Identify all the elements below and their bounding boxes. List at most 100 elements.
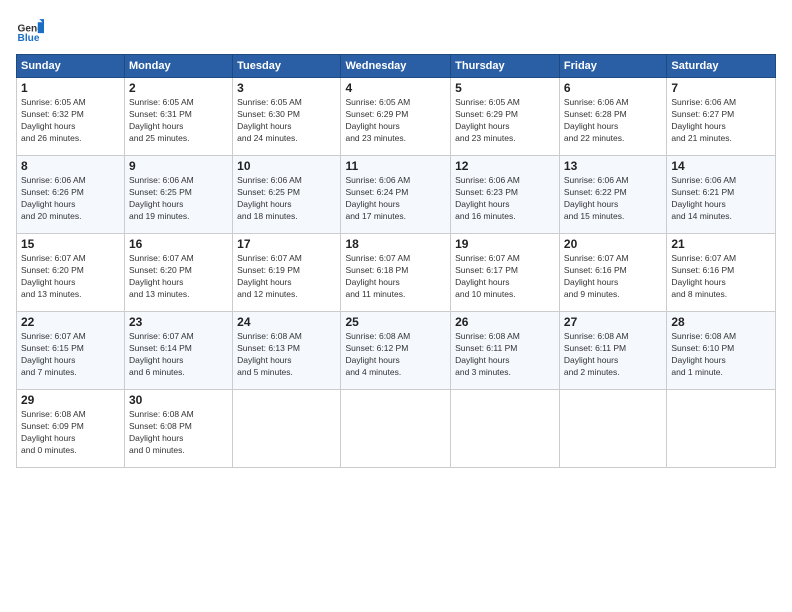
calendar-row: 1 Sunrise: 6:05 AMSunset: 6:32 PMDayligh…	[17, 78, 776, 156]
day-number: 23	[129, 315, 228, 329]
day-info: Sunrise: 6:06 AM Sunset: 6:22 PM Dayligh…	[564, 175, 662, 223]
day-cell: 10 Sunrise: 6:06 AM Sunset: 6:25 PM Dayl…	[233, 156, 341, 234]
day-cell: 9 Sunrise: 6:06 AM Sunset: 6:25 PM Dayli…	[125, 156, 233, 234]
day-cell: 6 Sunrise: 6:06 AM Sunset: 6:28 PM Dayli…	[559, 78, 666, 156]
day-number: 8	[21, 159, 120, 173]
day-cell: 5 Sunrise: 6:05 AM Sunset: 6:29 PM Dayli…	[451, 78, 560, 156]
day-number: 5	[455, 81, 555, 95]
day-info: Sunrise: 6:05 AMSunset: 6:32 PMDaylight …	[21, 97, 120, 145]
col-friday: Friday	[559, 55, 666, 78]
day-cell: 23 Sunrise: 6:07 AM Sunset: 6:14 PM Dayl…	[125, 312, 233, 390]
day-cell: 19 Sunrise: 6:07 AM Sunset: 6:17 PM Dayl…	[451, 234, 560, 312]
day-number: 22	[21, 315, 120, 329]
day-info: Sunrise: 6:06 AM Sunset: 6:23 PM Dayligh…	[455, 175, 555, 223]
col-wednesday: Wednesday	[341, 55, 451, 78]
day-cell: 4 Sunrise: 6:05 AM Sunset: 6:29 PM Dayli…	[341, 78, 451, 156]
day-info: Sunrise: 6:08 AM Sunset: 6:12 PM Dayligh…	[345, 331, 446, 379]
day-info: Sunrise: 6:06 AM Sunset: 6:26 PM Dayligh…	[21, 175, 120, 223]
day-number: 17	[237, 237, 336, 251]
day-cell: 25 Sunrise: 6:08 AM Sunset: 6:12 PM Dayl…	[341, 312, 451, 390]
day-cell: 8 Sunrise: 6:06 AM Sunset: 6:26 PM Dayli…	[17, 156, 125, 234]
calendar-row: 15 Sunrise: 6:07 AM Sunset: 6:20 PM Dayl…	[17, 234, 776, 312]
day-info: Sunrise: 6:08 AM Sunset: 6:10 PM Dayligh…	[671, 331, 771, 379]
header: General Blue	[16, 16, 776, 44]
empty-cell	[667, 390, 776, 468]
day-number: 20	[564, 237, 662, 251]
col-sunday: Sunday	[17, 55, 125, 78]
day-cell: 11 Sunrise: 6:06 AM Sunset: 6:24 PM Dayl…	[341, 156, 451, 234]
day-info: Sunrise: 6:07 AM Sunset: 6:16 PM Dayligh…	[564, 253, 662, 301]
day-cell: 12 Sunrise: 6:06 AM Sunset: 6:23 PM Dayl…	[451, 156, 560, 234]
day-number: 24	[237, 315, 336, 329]
calendar-table: Sunday Monday Tuesday Wednesday Thursday…	[16, 54, 776, 468]
day-number: 15	[21, 237, 120, 251]
day-number: 16	[129, 237, 228, 251]
col-saturday: Saturday	[667, 55, 776, 78]
day-info: Sunrise: 6:06 AM Sunset: 6:27 PM Dayligh…	[671, 97, 771, 145]
day-cell: 3 Sunrise: 6:05 AM Sunset: 6:30 PM Dayli…	[233, 78, 341, 156]
day-info: Sunrise: 6:06 AM Sunset: 6:25 PM Dayligh…	[129, 175, 228, 223]
col-thursday: Thursday	[451, 55, 560, 78]
day-cell: 20 Sunrise: 6:07 AM Sunset: 6:16 PM Dayl…	[559, 234, 666, 312]
day-info: Sunrise: 6:08 AM Sunset: 6:13 PM Dayligh…	[237, 331, 336, 379]
day-cell: 26 Sunrise: 6:08 AM Sunset: 6:11 PM Dayl…	[451, 312, 560, 390]
day-number: 4	[345, 81, 446, 95]
day-info: Sunrise: 6:07 AM Sunset: 6:14 PM Dayligh…	[129, 331, 228, 379]
day-cell: 16 Sunrise: 6:07 AM Sunset: 6:20 PM Dayl…	[125, 234, 233, 312]
day-number: 19	[455, 237, 555, 251]
day-cell: 14 Sunrise: 6:06 AM Sunset: 6:21 PM Dayl…	[667, 156, 776, 234]
day-cell: 17 Sunrise: 6:07 AM Sunset: 6:19 PM Dayl…	[233, 234, 341, 312]
day-cell: 21 Sunrise: 6:07 AM Sunset: 6:16 PM Dayl…	[667, 234, 776, 312]
day-info: Sunrise: 6:07 AM Sunset: 6:15 PM Dayligh…	[21, 331, 120, 379]
svg-text:Blue: Blue	[18, 33, 40, 44]
day-number: 13	[564, 159, 662, 173]
day-cell: 7 Sunrise: 6:06 AM Sunset: 6:27 PM Dayli…	[667, 78, 776, 156]
col-monday: Monday	[125, 55, 233, 78]
day-info: Sunrise: 6:05 AM Sunset: 6:29 PM Dayligh…	[345, 97, 446, 145]
day-info: Sunrise: 6:07 AM Sunset: 6:18 PM Dayligh…	[345, 253, 446, 301]
day-number: 28	[671, 315, 771, 329]
calendar-header-row: Sunday Monday Tuesday Wednesday Thursday…	[17, 55, 776, 78]
day-info: Sunrise: 6:08 AM Sunset: 6:08 PM Dayligh…	[129, 409, 228, 457]
day-info: Sunrise: 6:07 AM Sunset: 6:20 PM Dayligh…	[21, 253, 120, 301]
day-number: 11	[345, 159, 446, 173]
day-cell: 27 Sunrise: 6:08 AM Sunset: 6:11 PM Dayl…	[559, 312, 666, 390]
page: General Blue Sunday Monday Tuesday Wedne…	[0, 0, 792, 612]
day-info: Sunrise: 6:06 AM Sunset: 6:25 PM Dayligh…	[237, 175, 336, 223]
logo-icon: General Blue	[16, 16, 44, 44]
day-cell: 29 Sunrise: 6:08 AM Sunset: 6:09 PM Dayl…	[17, 390, 125, 468]
day-cell: 24 Sunrise: 6:08 AM Sunset: 6:13 PM Dayl…	[233, 312, 341, 390]
calendar-row: 22 Sunrise: 6:07 AM Sunset: 6:15 PM Dayl…	[17, 312, 776, 390]
day-info: Sunrise: 6:07 AM Sunset: 6:17 PM Dayligh…	[455, 253, 555, 301]
day-number: 30	[129, 393, 228, 407]
day-number: 25	[345, 315, 446, 329]
day-info: Sunrise: 6:08 AM Sunset: 6:09 PM Dayligh…	[21, 409, 120, 457]
day-info: Sunrise: 6:07 AM Sunset: 6:20 PM Dayligh…	[129, 253, 228, 301]
empty-cell	[233, 390, 341, 468]
col-tuesday: Tuesday	[233, 55, 341, 78]
day-number: 10	[237, 159, 336, 173]
day-number: 18	[345, 237, 446, 251]
day-number: 26	[455, 315, 555, 329]
day-cell: 15 Sunrise: 6:07 AM Sunset: 6:20 PM Dayl…	[17, 234, 125, 312]
day-cell: 13 Sunrise: 6:06 AM Sunset: 6:22 PM Dayl…	[559, 156, 666, 234]
calendar-row: 29 Sunrise: 6:08 AM Sunset: 6:09 PM Dayl…	[17, 390, 776, 468]
day-info: Sunrise: 6:05 AM Sunset: 6:29 PM Dayligh…	[455, 97, 555, 145]
day-number: 29	[21, 393, 120, 407]
day-number: 14	[671, 159, 771, 173]
day-info: Sunrise: 6:07 AM Sunset: 6:16 PM Dayligh…	[671, 253, 771, 301]
day-info: Sunrise: 6:08 AM Sunset: 6:11 PM Dayligh…	[455, 331, 555, 379]
day-number: 2	[129, 81, 228, 95]
day-cell: 1 Sunrise: 6:05 AMSunset: 6:32 PMDayligh…	[17, 78, 125, 156]
day-info: Sunrise: 6:06 AM Sunset: 6:21 PM Dayligh…	[671, 175, 771, 223]
day-info: Sunrise: 6:08 AM Sunset: 6:11 PM Dayligh…	[564, 331, 662, 379]
day-info: Sunrise: 6:06 AM Sunset: 6:24 PM Dayligh…	[345, 175, 446, 223]
day-info: Sunrise: 6:06 AM Sunset: 6:28 PM Dayligh…	[564, 97, 662, 145]
empty-cell	[451, 390, 560, 468]
day-cell: 28 Sunrise: 6:08 AM Sunset: 6:10 PM Dayl…	[667, 312, 776, 390]
empty-cell	[559, 390, 666, 468]
day-info: Sunrise: 6:05 AM Sunset: 6:30 PM Dayligh…	[237, 97, 336, 145]
day-info: Sunrise: 6:05 AM Sunset: 6:31 PM Dayligh…	[129, 97, 228, 145]
day-cell: 18 Sunrise: 6:07 AM Sunset: 6:18 PM Dayl…	[341, 234, 451, 312]
day-cell: 22 Sunrise: 6:07 AM Sunset: 6:15 PM Dayl…	[17, 312, 125, 390]
